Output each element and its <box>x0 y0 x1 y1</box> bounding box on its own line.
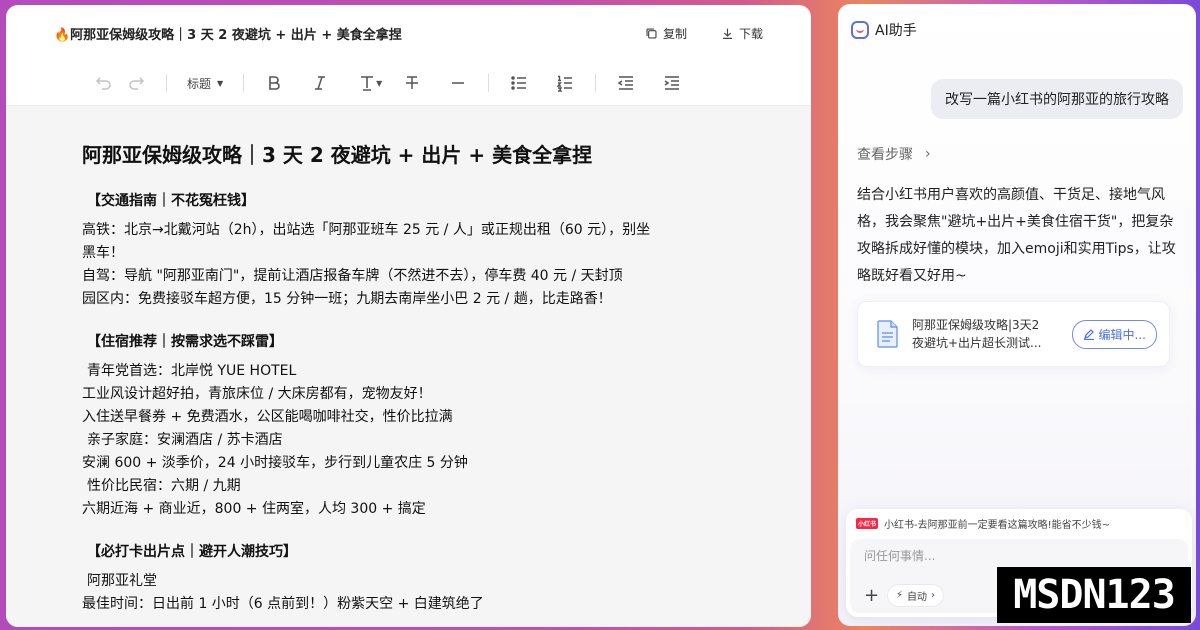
copy-label: 复制 <box>662 26 687 41</box>
watermark-logo: MSDN123 <box>997 567 1191 623</box>
document-icon <box>877 320 898 348</box>
paragraph: 阿那亚礼堂 <box>87 573 157 589</box>
paragraph: 园区内：免费接驳车超方便，15 分钟一班；九期去南岸坐小巴 2 元 / 趟，比走… <box>82 291 612 307</box>
document-heading: 阿那亚保姆级攻略｜3 天 2 夜避坑 + 出片 + 美食全拿捏 <box>82 143 593 167</box>
auto-mode-button[interactable]: ⚡ 自动 › <box>887 584 945 607</box>
editor-header: 🔥阿那亚保姆级攻略｜3 天 2 夜避坑 + 出片 + 美食全拿捏 复制 下载 <box>6 5 811 61</box>
paragraph: 六期近海 + 商业近，800 + 住两室，人均 300 + 搞定 <box>82 501 426 517</box>
view-steps-button[interactable]: 查看步骤 › <box>857 144 931 164</box>
paragraph: 自驾：导航 "阿那亚南门"，提前让酒店报备车牌（不然进不去），停车费 40 元 … <box>82 268 623 284</box>
section-title: 【交通指南｜不花冤枉钱】 <box>87 193 255 209</box>
document-editor: 🔥阿那亚保姆级攻略｜3 天 2 夜避坑 + 出片 + 美食全拿捏 复制 下载 标… <box>6 5 811 627</box>
chevron-right-icon: › <box>925 146 931 162</box>
paragraph: 性价比民宿：六期 / 九期 <box>87 478 241 494</box>
toolbar-divider <box>243 74 245 92</box>
document-body[interactable]: 阿那亚保姆级攻略｜3 天 2 夜避坑 + 出片 + 美食全拿捏 【交通指南｜不花… <box>6 106 811 627</box>
undo-icon[interactable] <box>88 69 120 97</box>
chat-input[interactable] <box>864 549 1164 563</box>
text-color-icon[interactable]: ▼ <box>350 69 390 97</box>
download-label: 下载 <box>738 26 763 41</box>
indent-icon[interactable] <box>656 69 688 97</box>
heading-label: 标题 <box>187 76 212 91</box>
assistant-answer: 结合小红书用户喜欢的高颜值、干货足、接地气风格，我会聚焦"避坑+出片+美食住宿干… <box>857 187 1176 284</box>
document-title: 🔥阿那亚保姆级攻略｜3 天 2 夜避坑 + 出片 + 美食全拿捏 <box>54 27 402 43</box>
ai-assistant-panel: AI助手 改写一篇小红书的阿那亚的旅行攻略 查看步骤 › 结合小红书用户喜欢的高… <box>838 4 1196 626</box>
italic-icon[interactable] <box>304 69 336 97</box>
xiaohongshu-logo: 小红书 <box>856 517 879 529</box>
editing-label: 编辑中... <box>1098 327 1146 342</box>
toolbar-divider <box>595 74 597 92</box>
add-attachment-button[interactable]: + <box>864 587 879 605</box>
caret-down-icon: ▼ <box>217 78 224 88</box>
paragraph: 最佳时间：日出前 1 小时（6 点前到！）粉紫天空 + 白建筑绝了 <box>82 596 484 612</box>
paragraph: 亲子家庭：安澜酒店 / 苏卡酒店 <box>87 432 283 448</box>
toolbar-divider <box>166 74 167 92</box>
paragraph: 入住送早餐券 + 免费酒水，公区能喝咖啡社交，性价比拉满 <box>82 409 453 425</box>
download-icon <box>723 28 732 39</box>
copy-icon <box>646 27 657 39</box>
redo-icon[interactable] <box>120 69 152 97</box>
bold-icon[interactable] <box>258 69 290 97</box>
user-message: 改写一篇小红书的阿那亚的旅行攻略 <box>931 79 1183 119</box>
section-title: 【必打卡出片点｜避开人潮技巧】 <box>87 544 297 560</box>
ai-header: AI助手 <box>838 4 1196 56</box>
steps-label: 查看步骤 <box>857 147 913 163</box>
strikethrough-icon[interactable] <box>396 69 428 97</box>
divider-icon[interactable] <box>442 69 474 97</box>
document-card-name-line: 阿那亚保姆级攻略|3天2 <box>912 318 1040 332</box>
copy-button[interactable]: 复制 <box>645 25 687 42</box>
document-card-name-line: 夜避坑+出片超长测试... <box>912 336 1042 350</box>
caret-down-icon: ▼ <box>376 78 383 88</box>
paragraph: 安澜 600 + 淡季价，24 小时接驳车，步行到儿童农庄 5 分钟 <box>82 455 468 471</box>
ai-logo-icon <box>851 21 869 39</box>
ordered-list-icon[interactable] <box>549 69 581 97</box>
paragraph: 工业风设计超好拍，青旅床位 / 大床房都有，宠物友好！ <box>82 386 432 402</box>
download-button[interactable]: 下载 <box>721 25 763 42</box>
lightning-icon: ⚡ <box>896 590 904 601</box>
pencil-icon <box>1083 329 1094 340</box>
auto-label: 自动 <box>907 592 928 603</box>
editor-toolbar: 标题 ▼ ▼ <box>6 61 811 106</box>
paragraph: 高铁：北京→北戴河站（2h），出站选「阿那亚班车 25 元 / 人」或正规出租（… <box>82 222 651 238</box>
bullet-list-icon[interactable] <box>503 69 535 97</box>
ai-title: AI助手 <box>875 23 917 39</box>
chevron-right-icon: › <box>931 590 936 601</box>
outdent-icon[interactable] <box>610 69 642 97</box>
paragraph: 青年党首选：北岸悦 YUE HOTEL <box>87 363 297 379</box>
heading-dropdown[interactable]: 标题 ▼ <box>181 75 229 92</box>
reference-text: 小红书-去阿那亚前一定要看这篇攻略!能省不少钱~ <box>884 519 1111 531</box>
section-title: 【住宿推荐｜按需求选不踩雷】 <box>87 334 283 350</box>
reference-chip[interactable]: 小红书 小红书-去阿那亚前一定要看这篇攻略!能省不少钱~ <box>846 509 1192 537</box>
toolbar-divider <box>488 74 490 92</box>
document-card[interactable]: 阿那亚保姆级攻略|3天2 夜避坑+出片超长测试... 编辑中... <box>857 301 1170 367</box>
paragraph: 黑车！ <box>82 245 124 261</box>
editing-button[interactable]: 编辑中... <box>1071 319 1157 349</box>
document-card-name: 阿那亚保姆级攻略|3天2 夜避坑+出片超长测试... <box>912 316 1072 352</box>
